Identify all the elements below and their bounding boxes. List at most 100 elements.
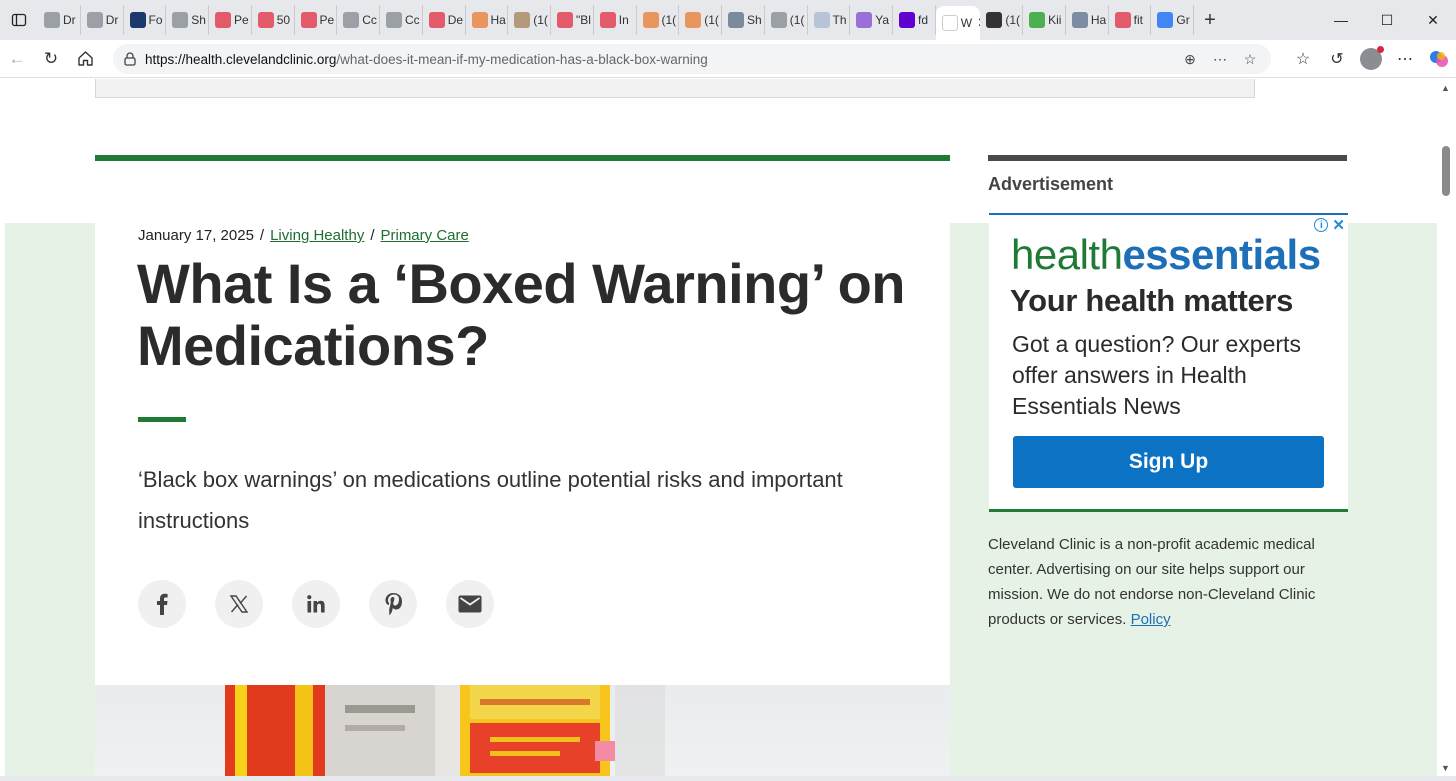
ad-signup-button[interactable]: Sign Up [1013,436,1324,488]
tab[interactable]: (1( [508,5,551,35]
zoom-button[interactable]: ⊕ [1177,47,1203,71]
facebook-icon [157,593,168,615]
tab[interactable]: Ha [466,5,509,35]
favorites-button[interactable]: ☆ [1286,42,1320,76]
window-controls: — ☐ ✕ [1318,0,1456,40]
tab-title: Pe [234,13,249,27]
copilot-icon [1430,51,1448,67]
ad-close-icon[interactable]: ✕ [1332,216,1345,234]
share-linkedin-button[interactable] [292,580,340,628]
tab-title: Th [832,13,847,27]
tab-title: W [960,16,973,30]
tab[interactable]: Ya [850,5,893,35]
tab[interactable]: Dr [38,5,81,35]
tab-title: Ha [1090,13,1107,27]
scroll-down-arrow-icon[interactable]: ▼ [1441,763,1450,773]
tab-title: (1( [1005,13,1021,27]
history-button[interactable]: ↺ [1320,42,1354,76]
address-bar[interactable]: https://health.clevelandclinic.org/what-… [113,44,1271,74]
settings-menu-button[interactable]: ⋯ [1388,42,1422,76]
tab-title: (1( [661,13,677,27]
favorite-button[interactable]: ☆ [1237,47,1263,71]
tab-title: Dr [63,13,76,27]
yahoo-icon [856,12,873,28]
image-icon [1071,12,1088,28]
youtube-icon [557,12,573,28]
page-title: What Is a ‘Boxed Warning’ on Medications… [137,252,905,377]
tab[interactable]: De [423,5,466,35]
home-button[interactable] [68,42,102,76]
medication-bottles-image [225,685,665,776]
tab[interactable]: (1( [637,5,680,35]
profile-button[interactable] [1354,42,1388,76]
tab[interactable]: (1( [765,5,808,35]
page-scrollbar[interactable]: ▲ ▼ [1437,79,1456,776]
tab[interactable]: Ha [1066,5,1109,35]
tab[interactable]: Cc [337,5,380,35]
tab[interactable]: 50 [252,5,295,35]
advertisement-box[interactable]: i ✕ healthessentials Your health matters… [989,213,1348,512]
youtube-icon [257,12,274,28]
tab[interactable]: In [594,5,637,35]
share-pinterest-button[interactable] [369,580,417,628]
hero-image [95,685,950,776]
tab-title: Sh [191,13,206,27]
copilot-button[interactable] [1422,42,1456,76]
tab[interactable]: Gr [1151,5,1194,35]
tab[interactable]: Cc [380,5,423,35]
tab-actions-button[interactable] [0,0,38,40]
tab-title: (1( [704,13,719,27]
close-icon: ✕ [1427,11,1439,28]
minimize-button[interactable]: — [1318,0,1364,40]
tab[interactable]: Pe [295,5,338,35]
maximize-icon: ☐ [1380,11,1394,28]
category-link-living-healthy[interactable]: Living Healthy [270,227,364,244]
youtube-icon [300,12,317,28]
page-viewport: January 17, 2025 / Living Healthy / Prim… [5,79,1437,776]
tab[interactable]: fit [1109,5,1152,35]
tab[interactable]: Th [808,5,851,35]
maximize-button[interactable]: ☐ [1364,0,1410,40]
cleveland-clinic-icon [941,15,958,31]
tab[interactable]: (1( [679,5,722,35]
tab[interactable]: fd [893,5,936,35]
publish-date: January 17, 2025 [138,227,254,244]
tab[interactable]: Sh [166,5,209,35]
tab-title: Kii [1048,13,1062,27]
share-x-button[interactable] [215,580,263,628]
tab-title: Dr [105,13,119,27]
tab[interactable]: Fo [124,5,167,35]
tab[interactable]: Dr [81,5,124,35]
refresh-button[interactable]: ↻ [34,42,68,76]
tab-strip: Dr Dr Fo Sh Pe 50 Pe Cc Cc De Ha (1("Bl In (1((1(Sh (1… [38,0,1194,40]
scroll-up-arrow-icon[interactable]: ▲ [1441,83,1450,93]
ellipsis-icon: ⋯ [1397,51,1413,68]
tab-active[interactable]: W✕ [935,6,981,40]
sidebar-top-bar [988,155,1347,161]
share-facebook-button[interactable] [138,580,186,628]
tab[interactable]: "Bl [551,5,594,35]
tab[interactable]: Sh [722,5,765,35]
avatar [1360,46,1384,70]
tab-bar: Dr Dr Fo Sh Pe 50 Pe Cc Cc De Ha (1("Bl In (1((1(Sh (1… [0,0,1456,40]
share-email-button[interactable] [446,580,494,628]
history-icon: ↺ [1330,51,1344,68]
close-window-button[interactable]: ✕ [1410,0,1456,40]
bookmark-icon [685,12,702,28]
tab[interactable]: Kii [1023,5,1066,35]
scrollbar-thumb[interactable] [1442,146,1450,196]
reading-view-button[interactable]: ⋯ [1207,47,1233,71]
globe-icon [172,12,189,28]
category-link-primary-care[interactable]: Primary Care [380,227,468,244]
back-button[interactable]: ← [0,42,34,76]
breadcrumb-separator: / [259,227,265,244]
home-icon [77,51,93,66]
plus-icon: + [1204,8,1216,31]
new-tab-button[interactable]: + [1194,5,1226,35]
tab[interactable]: Pe [209,5,252,35]
ad-info-icon[interactable]: i [1314,218,1329,232]
yahoo-icon [899,12,915,28]
tab[interactable]: (1( [980,5,1024,35]
policy-link[interactable]: Policy [1131,611,1171,628]
globe-icon [386,12,402,28]
